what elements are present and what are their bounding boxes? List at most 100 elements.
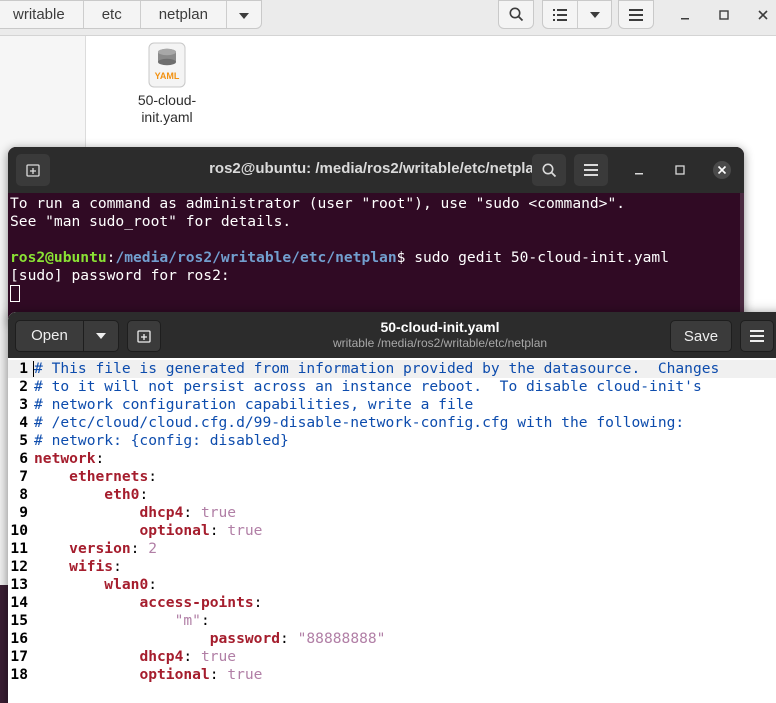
close-button[interactable] bbox=[752, 4, 774, 26]
code-line[interactable]: 3 # network configuration capabilities, w… bbox=[8, 396, 776, 414]
code-text: # /etc/cloud/cloud.cfg.d/99-disable-netw… bbox=[34, 414, 684, 432]
code-line[interactable]: 11 version: 2 bbox=[8, 540, 776, 558]
terminal-close-button[interactable] bbox=[705, 154, 739, 186]
yaml-key: password bbox=[209, 630, 281, 647]
line-number: 17 bbox=[10, 648, 28, 665]
terminal-scrollbar[interactable] bbox=[740, 193, 744, 322]
maximize-icon bbox=[719, 10, 729, 20]
yaml-file-icon: YAML bbox=[148, 42, 186, 88]
search-icon bbox=[509, 7, 523, 22]
prompt-user: ros2@ubuntu bbox=[10, 249, 107, 266]
yaml-punc: : bbox=[200, 612, 210, 629]
yaml-punc: : bbox=[209, 522, 228, 539]
open-button[interactable]: Open bbox=[16, 321, 84, 351]
code-text: # This file is generated from informatio… bbox=[34, 360, 719, 378]
chevron-down-icon bbox=[96, 333, 106, 339]
line-number: 8 bbox=[19, 486, 28, 503]
terminal-maximize-button[interactable] bbox=[663, 154, 697, 186]
yaml-icon-label: YAML bbox=[155, 71, 180, 81]
breadcrumb-writable[interactable]: writable bbox=[0, 1, 84, 28]
terminal-minimize-button[interactable] bbox=[622, 154, 656, 186]
code-line[interactable]: 1 # This file is generated from informati… bbox=[8, 360, 776, 378]
view-options-button[interactable] bbox=[542, 0, 612, 29]
yaml-punc bbox=[34, 576, 104, 593]
code-text: # to it will not persist across an insta… bbox=[34, 378, 702, 396]
terminal-menu-button[interactable] bbox=[574, 154, 608, 186]
file-item-50-cloud-init[interactable]: YAML 50-cloud- init.yaml bbox=[124, 42, 210, 126]
yaml-key: eth0 bbox=[104, 486, 140, 503]
prompt-symbol: $ bbox=[396, 249, 415, 266]
code-line[interactable]: 9 dhcp4: true bbox=[8, 504, 776, 522]
terminal-search-button[interactable] bbox=[532, 154, 566, 186]
line-number: 5 bbox=[19, 432, 28, 449]
yaml-key: access-points bbox=[139, 594, 254, 611]
line-number: 16 bbox=[10, 630, 28, 647]
code-text: "m": bbox=[34, 612, 210, 630]
close-icon bbox=[713, 161, 731, 179]
line-number: 13 bbox=[10, 576, 28, 593]
yaml-punc bbox=[34, 522, 139, 539]
yaml-punc: : bbox=[139, 486, 149, 503]
yaml-key: ethernets bbox=[69, 468, 149, 485]
code-line[interactable]: 5 # network: {config: disabled} bbox=[8, 432, 776, 450]
yaml-punc bbox=[34, 558, 69, 575]
yaml-punc: : bbox=[148, 468, 158, 485]
hamburger-menu-icon bbox=[629, 8, 643, 21]
breadcrumb: writable etc netplan bbox=[0, 0, 262, 29]
minimize-button[interactable] bbox=[674, 4, 696, 26]
new-document-button[interactable] bbox=[127, 320, 161, 352]
view-list-icon bbox=[553, 8, 568, 21]
code-text: version: 2 bbox=[34, 540, 157, 558]
terminal-line: To run a command as administrator (user … bbox=[10, 195, 626, 212]
breadcrumb-etc[interactable]: etc bbox=[84, 1, 141, 28]
yaml-punc bbox=[34, 666, 139, 683]
code-line[interactable]: 6 network: bbox=[8, 450, 776, 468]
line-number: 2 bbox=[19, 378, 28, 395]
code-editor[interactable]: 1 # This file is generated from informati… bbox=[8, 358, 776, 703]
yaml-comment: # This file is generated from informatio… bbox=[34, 360, 720, 377]
yaml-key: network bbox=[34, 450, 96, 467]
close-icon bbox=[758, 10, 768, 20]
code-line[interactable]: 4 # /etc/cloud/cloud.cfg.d/99-disable-net… bbox=[8, 414, 776, 432]
code-line[interactable]: 2 # to it will not persist across an inst… bbox=[8, 378, 776, 396]
code-line[interactable]: 7 ethernets: bbox=[8, 468, 776, 486]
yaml-punc: : bbox=[183, 648, 201, 665]
yaml-val: "88888888" bbox=[297, 630, 386, 647]
file-name-line2: init.yaml bbox=[141, 109, 193, 125]
code-line[interactable]: 14 access-points: bbox=[8, 594, 776, 612]
prompt-path: /media/ros2/writable/etc/netplan bbox=[115, 249, 397, 266]
hamburger-menu-icon bbox=[750, 330, 764, 342]
code-text: optional: true bbox=[34, 666, 262, 684]
terminal-output[interactable]: To run a command as administrator (user … bbox=[10, 195, 669, 304]
code-line[interactable]: 8 eth0: bbox=[8, 486, 776, 504]
menu-button[interactable] bbox=[618, 0, 654, 29]
maximize-button[interactable] bbox=[713, 4, 735, 26]
yaml-punc: : bbox=[209, 666, 228, 683]
open-dropdown-button[interactable] bbox=[84, 333, 118, 339]
line-number: 7 bbox=[19, 468, 28, 485]
code-line[interactable]: 17 dhcp4: true bbox=[8, 648, 776, 666]
yaml-punc: : bbox=[253, 594, 263, 611]
breadcrumb-dropdown-button[interactable] bbox=[227, 1, 261, 28]
gedit-headerbar: Open 50-cloud-init.yaml writable /media/… bbox=[8, 312, 776, 358]
code-line[interactable]: 10 optional: true bbox=[8, 522, 776, 540]
breadcrumb-netplan[interactable]: netplan bbox=[141, 1, 227, 28]
search-button[interactable] bbox=[498, 0, 534, 29]
yaml-punc bbox=[34, 486, 104, 503]
yaml-key: dhcp4 bbox=[139, 648, 184, 665]
code-line[interactable]: 13 wlan0: bbox=[8, 576, 776, 594]
code-text: optional: true bbox=[34, 522, 262, 540]
yaml-key: wlan0 bbox=[104, 576, 149, 593]
gedit-window: Open 50-cloud-init.yaml writable /media/… bbox=[8, 312, 776, 703]
line-number: 1 bbox=[19, 360, 28, 377]
line-number: 14 bbox=[10, 594, 28, 611]
code-line[interactable]: 12 wifis: bbox=[8, 558, 776, 576]
gedit-menu-button[interactable] bbox=[740, 320, 774, 352]
save-button[interactable]: Save bbox=[670, 320, 732, 352]
yaml-val: true bbox=[200, 648, 237, 665]
yaml-key: optional bbox=[139, 666, 210, 683]
code-line[interactable]: 16 password: "88888888" bbox=[8, 630, 776, 648]
code-line[interactable]: 15 "m": bbox=[8, 612, 776, 630]
code-line[interactable]: 18 optional: true bbox=[8, 666, 776, 684]
line-number: 9 bbox=[19, 504, 28, 521]
